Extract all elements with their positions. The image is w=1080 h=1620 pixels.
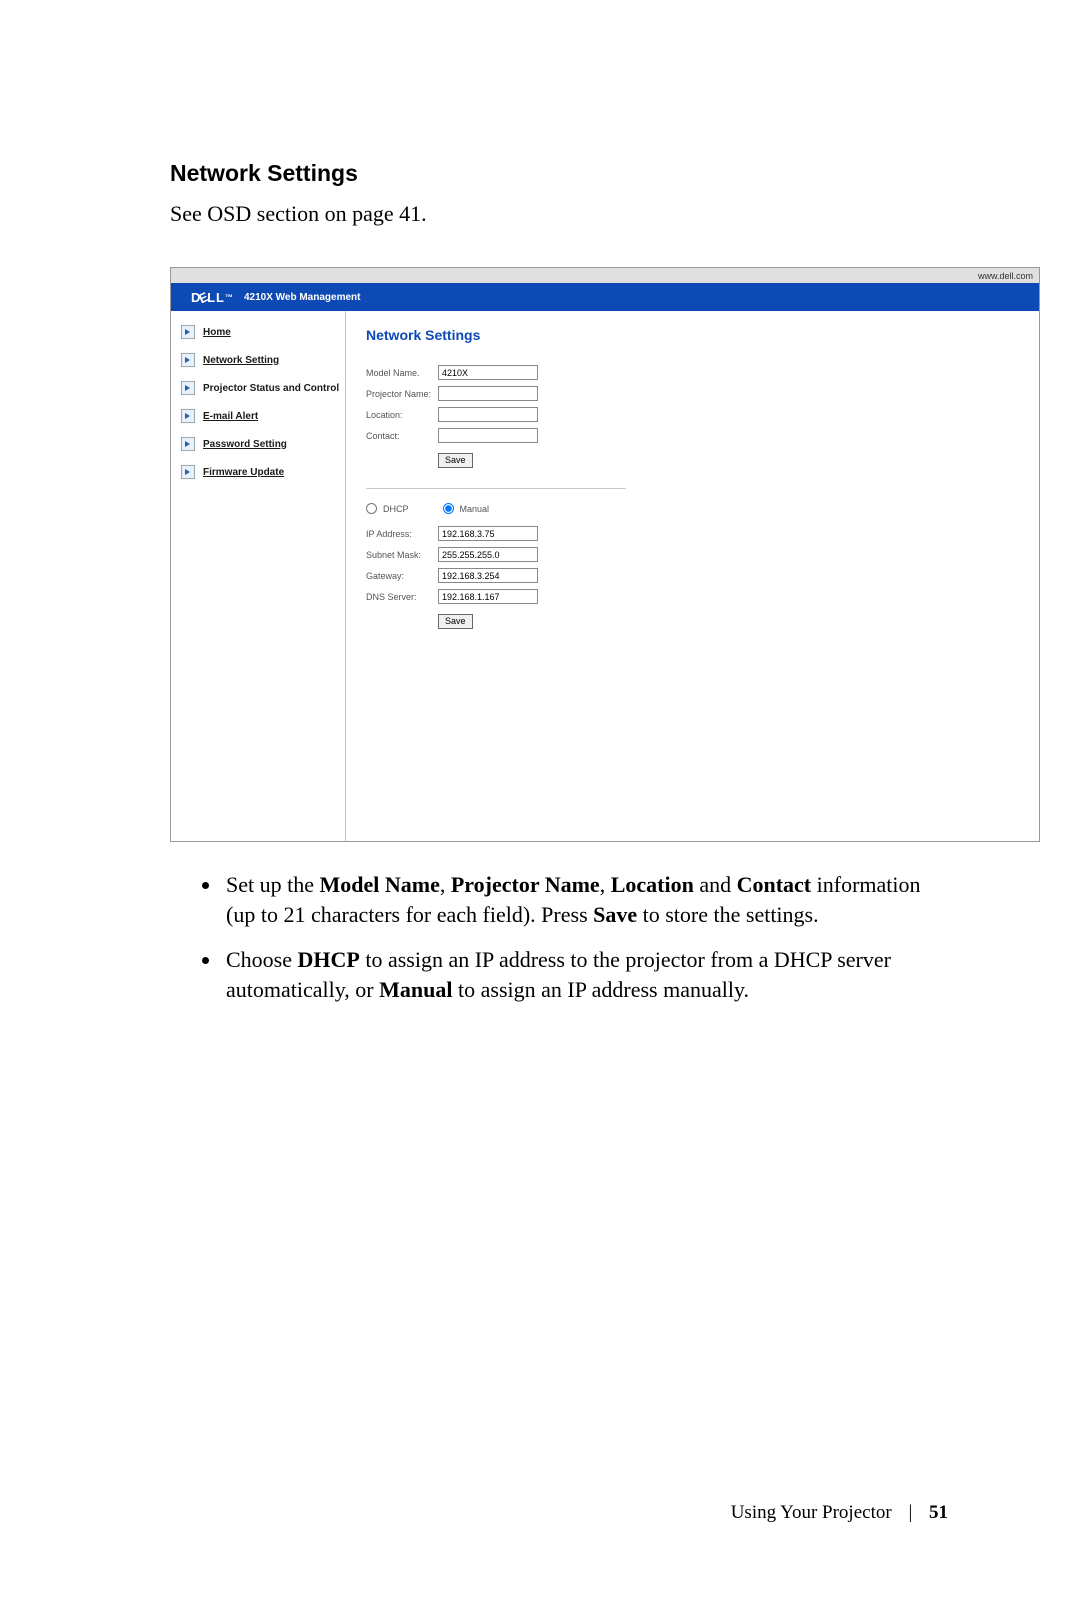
nav-label: Firmware Update xyxy=(203,467,284,478)
arrow-icon xyxy=(181,465,195,479)
row-location: Location: xyxy=(366,407,1019,422)
footer-separator: | xyxy=(908,1502,912,1523)
label-contact: Contact: xyxy=(366,431,438,441)
header-bar: DELL™ 4210X Web Management xyxy=(171,283,1039,311)
input-gateway[interactable] xyxy=(438,568,538,583)
input-model[interactable] xyxy=(438,365,538,380)
divider xyxy=(366,488,626,489)
row-model: Model Name. xyxy=(366,365,1019,380)
nav-label: Home xyxy=(203,327,231,338)
label-model: Model Name. xyxy=(366,368,438,378)
input-subnet[interactable] xyxy=(438,547,538,562)
input-projector[interactable] xyxy=(438,386,538,401)
label-location: Location: xyxy=(366,410,438,420)
bullet-1: Set up the Model Name, Projector Name, L… xyxy=(222,870,950,931)
arrow-icon xyxy=(181,325,195,339)
content-area: Network Settings Model Name. Projector N… xyxy=(346,311,1039,841)
nav-password[interactable]: Password Setting xyxy=(181,437,345,451)
row-subnet: Subnet Mask: xyxy=(366,547,1019,562)
bullet-list: Set up the Model Name, Projector Name, L… xyxy=(170,870,950,1005)
dell-logo: DELL™ xyxy=(191,290,234,305)
footer-text: Using Your Projector xyxy=(731,1502,892,1523)
input-dns[interactable] xyxy=(438,589,538,604)
label-ip: IP Address: xyxy=(366,529,438,539)
row-dns: DNS Server: xyxy=(366,589,1019,604)
label-subnet: Subnet Mask: xyxy=(366,550,438,560)
panel-body: Home Network Setting Projector Status an… xyxy=(171,311,1039,841)
section-heading: Network Settings xyxy=(170,160,950,187)
settings-screenshot: www.dell.com DELL™ 4210X Web Management … xyxy=(170,267,1040,842)
nav-label: Projector Status and Control xyxy=(203,383,339,394)
radio-manual[interactable]: Manual xyxy=(443,503,490,514)
bullet-2: Choose DHCP to assign an IP address to t… xyxy=(222,945,950,1006)
content-title: Network Settings xyxy=(366,327,1019,343)
page: Network Settings See OSD section on page… xyxy=(0,0,1080,1620)
nav-email[interactable]: E-mail Alert xyxy=(181,409,345,423)
row-gateway: Gateway: xyxy=(366,568,1019,583)
row-ip: IP Address: xyxy=(366,526,1019,541)
nav-label: Password Setting xyxy=(203,439,287,450)
nav-firmware[interactable]: Firmware Update xyxy=(181,465,345,479)
radio-row: DHCP Manual xyxy=(366,503,1019,514)
input-ip[interactable] xyxy=(438,526,538,541)
nav-home[interactable]: Home xyxy=(181,325,345,339)
arrow-icon xyxy=(181,353,195,367)
arrow-icon xyxy=(181,409,195,423)
label-dns: DNS Server: xyxy=(366,592,438,602)
nav-label: Network Setting xyxy=(203,355,279,366)
intro-text: See OSD section on page 41. xyxy=(170,201,950,227)
input-contact[interactable] xyxy=(438,428,538,443)
label-projector: Projector Name: xyxy=(366,389,438,399)
radio-dhcp[interactable]: DHCP xyxy=(366,503,409,514)
row-projector: Projector Name: xyxy=(366,386,1019,401)
nav-network[interactable]: Network Setting xyxy=(181,353,345,367)
row-contact: Contact: xyxy=(366,428,1019,443)
sidebar: Home Network Setting Projector Status an… xyxy=(171,311,346,841)
label-gateway: Gateway: xyxy=(366,571,438,581)
radio-manual-input[interactable] xyxy=(443,503,454,514)
nav-status[interactable]: Projector Status and Control xyxy=(181,381,345,395)
logo-subtitle: 4210X Web Management xyxy=(244,292,361,303)
url-bar: www.dell.com xyxy=(171,268,1039,283)
radio-dhcp-input[interactable] xyxy=(366,503,377,514)
page-number: 51 xyxy=(929,1502,948,1523)
nav-label: E-mail Alert xyxy=(203,411,258,422)
arrow-icon xyxy=(181,381,195,395)
input-location[interactable] xyxy=(438,407,538,422)
arrow-icon xyxy=(181,437,195,451)
page-footer: Using Your Projector | 51 xyxy=(731,1502,948,1524)
save-button-2[interactable]: Save xyxy=(438,614,473,629)
save-button-1[interactable]: Save xyxy=(438,453,473,468)
